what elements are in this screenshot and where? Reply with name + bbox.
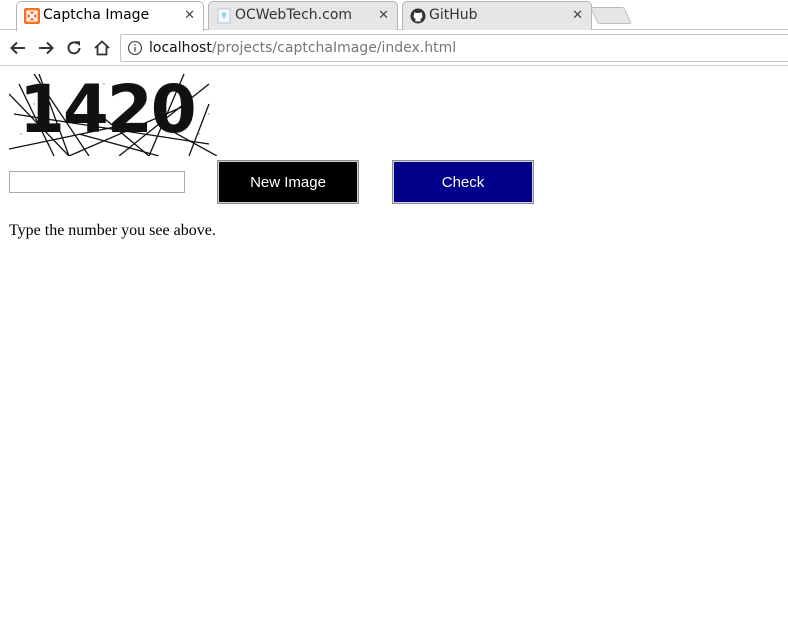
captcha-image: 1420 (9, 74, 217, 156)
reload-button[interactable] (64, 38, 84, 58)
close-icon[interactable]: ✕ (378, 2, 389, 30)
browser-toolbar: localhost/projects/captchaImage/index.ht… (0, 30, 788, 66)
home-icon (94, 40, 110, 56)
info-icon[interactable] (127, 40, 143, 56)
url-path: /projects/captchaImage/index.html (211, 40, 457, 56)
github-icon (410, 8, 426, 24)
close-icon[interactable]: ✕ (184, 2, 195, 30)
captcha-answer-input[interactable] (9, 171, 185, 193)
reload-icon (67, 41, 81, 55)
new-image-button[interactable]: New Image (217, 160, 359, 204)
url-text: localhost/projects/captchaImage/index.ht… (149, 35, 456, 61)
page-icon (217, 8, 231, 24)
check-button[interactable]: Check (392, 160, 534, 204)
instruction-text: Type the number you see above. (9, 222, 216, 239)
url-host: localhost (149, 40, 212, 56)
new-tab-button[interactable] (590, 7, 632, 24)
arrow-left-icon (10, 41, 25, 55)
tab-title: OCWebTech.com (235, 7, 353, 23)
close-icon[interactable]: ✕ (572, 2, 583, 30)
tab-title: Captcha Image (43, 7, 150, 23)
tab-github[interactable]: GitHub ✕ (402, 1, 592, 30)
back-button[interactable] (8, 38, 28, 58)
arrow-right-icon (39, 41, 54, 55)
xampp-icon (24, 8, 40, 24)
tab-ocwebtech[interactable]: OCWebTech.com ✕ (208, 1, 398, 30)
home-button[interactable] (92, 38, 112, 58)
tab-title: GitHub (429, 7, 478, 23)
tab-strip: Captcha Image ✕ OCWebTech.com ✕ GitHub ✕ (0, 0, 788, 31)
address-bar[interactable]: localhost/projects/captchaImage/index.ht… (120, 34, 788, 62)
tab-captcha-image[interactable]: Captcha Image ✕ (16, 1, 204, 31)
forward-button[interactable] (36, 38, 56, 58)
